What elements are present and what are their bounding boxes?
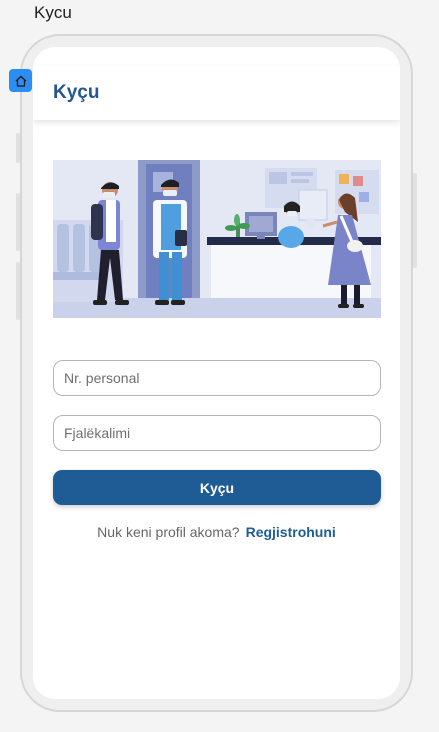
home-icon-glyph [15, 75, 26, 87]
login-button[interactable]: Kyçu [53, 470, 381, 505]
personal-number-input[interactable] [53, 360, 381, 396]
phone-side-button [16, 193, 20, 251]
clinic-illustration [53, 160, 381, 318]
phone-side-button [16, 262, 20, 320]
register-link[interactable]: Regjistrohuni [246, 524, 336, 540]
phone-side-button [16, 133, 20, 163]
page-title: Kyçu [53, 82, 100, 103]
password-input[interactable] [53, 415, 381, 451]
phone-side-button [413, 173, 417, 268]
register-prompt-row: Nuk keni profil akoma? Regjistrohuni [33, 524, 400, 540]
app-header: Kyçu [33, 66, 400, 120]
home-icon[interactable] [9, 69, 32, 92]
window-title: Kycu [34, 3, 72, 22]
register-prompt-text: Nuk keni profil akoma? [97, 524, 240, 540]
app-screen: Kyçu Nr. personal Kyçu Nuk keni profil a… [33, 47, 400, 699]
